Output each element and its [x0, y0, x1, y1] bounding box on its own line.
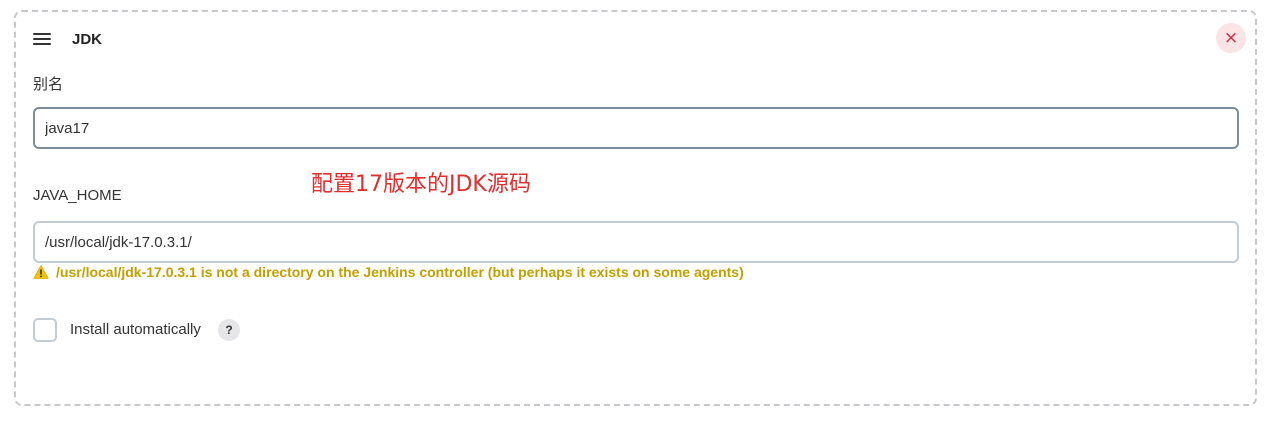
annotation-text: 配置17版本的JDK源码 [311, 172, 531, 197]
help-icon[interactable]: ? [218, 319, 240, 341]
install-automatically-label[interactable]: Install automatically [70, 321, 201, 338]
java-home-label: JAVA_HOME [33, 187, 122, 204]
install-automatically-checkbox[interactable] [33, 318, 57, 342]
java-home-warning: /usr/local/jdk-17.0.3.1 is not a directo… [33, 264, 744, 280]
java-home-input[interactable] [33, 221, 1239, 263]
section-title: JDK [72, 31, 103, 48]
alias-input[interactable] [33, 107, 1239, 149]
drag-handle-icon[interactable] [33, 33, 51, 45]
warning-icon [33, 265, 49, 279]
alias-label: 别名 [33, 76, 64, 93]
delete-button[interactable]: × [1216, 23, 1246, 53]
warning-text: /usr/local/jdk-17.0.3.1 is not a directo… [56, 264, 744, 280]
jdk-installation-card [14, 10, 1257, 406]
